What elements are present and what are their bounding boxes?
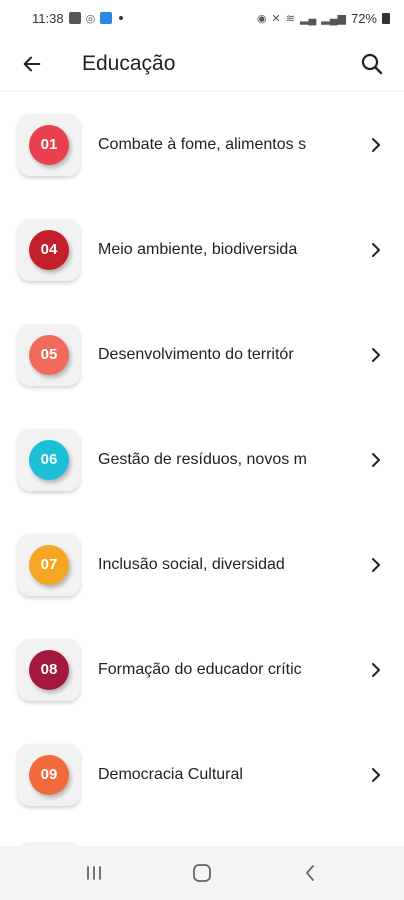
number-badge: 08 [29,649,69,690]
badge-container: 09 [18,743,80,806]
number-badge: 09 [29,754,69,795]
badge-container: 04 [18,218,80,281]
status-left: 11:38 ◎ [32,10,124,26]
battery-percent: 72% [350,10,377,26]
list-item[interactable]: 05 Desenvolvimento do territór [0,302,404,407]
arrow-left-icon [23,56,41,71]
chevron-right-icon [366,660,386,680]
number-badge: 07 [29,544,69,585]
more-notifications-icon [119,16,124,20]
list-item-label: Combate à fome, alimentos s [98,135,307,153]
back-button[interactable] [2,36,62,92]
whatsapp-icon: ◎ [85,12,96,25]
chevron-right-icon [366,135,386,155]
signal-icon: ▂▄ [299,12,317,25]
badge-container: 05 [18,323,80,386]
chevron-right-icon [366,345,386,365]
app-bar: Educação [0,36,404,92]
number-badge: 01 [29,124,69,165]
chevron-right-icon [366,240,386,260]
list-item-label: Formação do educador crític [98,660,302,678]
status-right: ◉ ✕ ≋ ▂▄ ▂▄▆ 72% [257,11,390,26]
list-item-label: Meio ambiente, biodiversida [98,240,298,258]
page-title: Educação [82,51,176,75]
wifi-icon: ≋ [285,12,295,25]
battery-icon [382,12,390,24]
chevron-right-icon [366,450,386,470]
search-button[interactable] [344,36,400,92]
list-item[interactable]: 08 Formação do educador crític [0,617,404,722]
status-time: 11:38 [32,10,64,26]
list-item[interactable]: 01 Combate à fome, alimentos s [0,92,404,197]
back-icon [306,865,314,881]
number-badge: 06 [29,439,69,480]
signal-icon-2: ▂▄▆ [321,12,346,25]
list-item[interactable]: 06 Gestão de resíduos, novos m [0,407,404,512]
message-app-icon [100,12,113,24]
home-button[interactable] [177,853,227,893]
notification-app-icon [68,12,81,24]
badge-container: 06 [18,428,80,491]
badge-container: 07 [18,533,80,596]
alarm-icon: ◉ [256,12,267,25]
list-item-label: Desenvolvimento do territór [98,345,294,363]
list-item-label: Inclusão social, diversidad [98,555,285,573]
list-item[interactable]: 09 Democracia Cultural [0,722,404,827]
status-bar: 11:38 ◎ ◉ ✕ ≋ ▂▄ ▂▄▆ 72% [0,0,404,36]
list-item-label: Democracia Cultural [98,765,243,783]
recents-icon [87,866,101,880]
badge-container: 01 [18,113,80,176]
chevron-right-icon [366,765,386,785]
chevron-right-icon [366,555,386,575]
search-icon [361,53,383,74]
recents-button[interactable] [69,853,119,893]
nav-back-button[interactable] [285,853,335,893]
number-badge: 05 [29,334,69,375]
list-item[interactable]: 04 Meio ambiente, biodiversida [0,197,404,302]
number-badge: 04 [29,229,69,270]
list-item-label: Gestão de resíduos, novos m [98,450,307,468]
list-item[interactable]: 07 Inclusão social, diversidad [0,512,404,617]
topic-list: 01 Combate à fome, alimentos s 04 Meio a… [0,92,404,827]
home-icon [193,864,211,882]
system-nav-bar [0,846,404,900]
badge-container: 08 [18,638,80,701]
mute-icon: ✕ [271,12,281,25]
